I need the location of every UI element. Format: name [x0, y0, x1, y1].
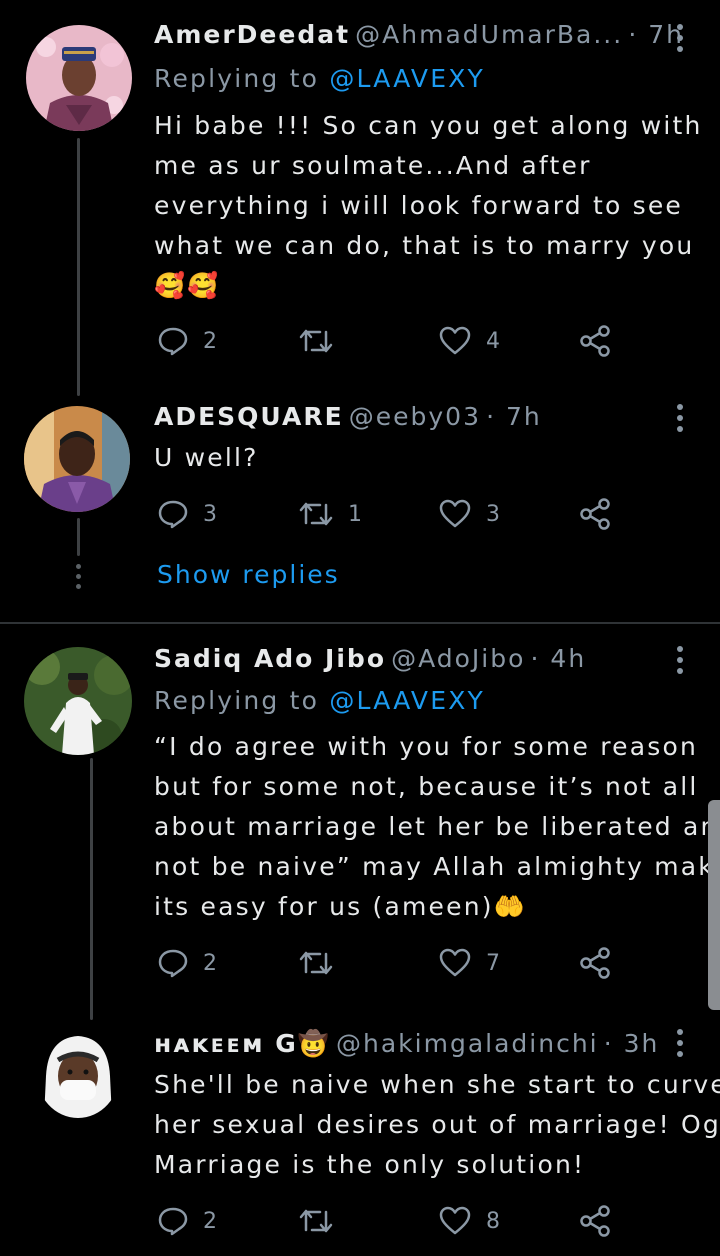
tweet-header: AmerDeedat @AhmadUmarBa... · 7h: [154, 20, 684, 49]
tweet-time: · 7h: [486, 402, 542, 431]
tweet-line: U well?: [154, 443, 259, 472]
share-button[interactable]: [578, 324, 612, 358]
reply-button[interactable]: 2: [157, 948, 217, 978]
share-icon: [580, 1205, 610, 1237]
like-button[interactable]: 8: [438, 1206, 500, 1236]
more-replies-dots: [76, 564, 82, 589]
replying-prefix: Replying to: [154, 686, 320, 715]
reply-icon: [158, 500, 188, 529]
tweet-header: ADESQUARE @eeby03 · 7h: [154, 402, 542, 431]
more-vertical-icon[interactable]: [668, 20, 692, 56]
retweet-button[interactable]: [298, 1206, 348, 1236]
tweet-line: “I do agree with you for some reason: [154, 732, 698, 761]
tweet-line: me as ur soulmate...And after: [154, 151, 592, 180]
retweet-icon: [299, 329, 333, 353]
retweet-icon: [299, 951, 333, 975]
tweet-line: not be naive” may Allah almighty make: [154, 852, 720, 881]
tweet-text: Hi babe !!! So can you get along with me…: [154, 106, 703, 306]
show-replies-link[interactable]: Show replies: [157, 560, 340, 589]
share-button[interactable]: [578, 497, 612, 531]
heart-icon: [439, 1206, 471, 1235]
author-name[interactable]: AmerDeedat: [154, 20, 350, 49]
reply-icon: [158, 1207, 188, 1236]
like-count: 8: [486, 1208, 500, 1234]
author-name[interactable]: ʜᴀᴋᴇᴇᴍ G🤠: [154, 1029, 331, 1058]
reply-count: 3: [203, 501, 217, 527]
tweet-text: U well?: [154, 438, 259, 478]
avatar[interactable]: [24, 406, 130, 512]
tweet-line: its easy for us (ameen)🤲: [154, 892, 528, 921]
like-button[interactable]: 3: [438, 499, 500, 529]
heart-icon: [439, 326, 471, 355]
tweet-line: but for some not, because it’s not all: [154, 772, 699, 801]
retweet-button[interactable]: 1: [298, 499, 362, 529]
share-icon: [580, 947, 610, 979]
reply-button[interactable]: 2: [157, 1206, 217, 1236]
reply-count: 2: [203, 1208, 217, 1234]
retweet-icon: [299, 502, 333, 526]
author-name[interactable]: ADESQUARE: [154, 402, 344, 431]
retweet-button[interactable]: [298, 326, 348, 356]
reply-icon: [158, 949, 188, 978]
avatar[interactable]: [24, 647, 132, 755]
more-vertical-icon[interactable]: [668, 1025, 692, 1061]
replying-prefix: Replying to: [154, 64, 320, 93]
replying-to: Replying to @LAAVEXY: [154, 686, 485, 715]
reply-count: 2: [203, 328, 217, 354]
like-count: 3: [486, 501, 500, 527]
reply-count: 2: [203, 950, 217, 976]
like-button[interactable]: 4: [438, 326, 500, 356]
share-icon: [580, 498, 610, 530]
tweet-text: “I do agree with you for some reason but…: [154, 727, 720, 927]
tweet-header: ʜᴀᴋᴇᴇᴍ G🤠 @hakimgaladinchi · 3h: [154, 1029, 659, 1059]
tweet-line: her sexual desires out of marriage! Oga: [154, 1110, 720, 1139]
like-button[interactable]: 7: [438, 948, 500, 978]
mention-link[interactable]: @LAAVEXY: [329, 64, 485, 93]
tweet-line: Marriage is the only solution!: [154, 1150, 586, 1179]
scrollbar[interactable]: [708, 800, 720, 1010]
tweet-line: 🥰🥰: [154, 271, 221, 300]
avatar[interactable]: [36, 1026, 120, 1118]
reply-button[interactable]: 2: [157, 326, 217, 356]
tweet-line: Hi babe !!! So can you get along with: [154, 111, 703, 140]
thread-line: [77, 518, 80, 556]
like-count: 7: [486, 950, 500, 976]
thread-line: [77, 138, 80, 396]
reply-icon: [158, 327, 188, 356]
like-count: 4: [486, 328, 500, 354]
reply-button[interactable]: 3: [157, 499, 217, 529]
share-button[interactable]: [578, 1204, 612, 1238]
tweet-text: She'll be naive when she start to curve …: [154, 1065, 720, 1185]
divider: [0, 622, 720, 624]
thread-line: [90, 758, 93, 1020]
author-handle[interactable]: @hakimgaladinchi: [336, 1029, 599, 1058]
tweet-line: everything i will look forward to see: [154, 191, 683, 220]
share-icon: [580, 325, 610, 357]
tweet-time: · 3h: [603, 1029, 660, 1058]
heart-icon: [439, 948, 471, 977]
tweet-line: about marriage let her be liberated and: [154, 812, 720, 841]
author-handle[interactable]: @AdoJibo: [391, 644, 525, 673]
replying-to: Replying to @LAAVEXY: [154, 64, 485, 93]
more-vertical-icon[interactable]: [668, 400, 692, 436]
tweet-line: what we can do, that is to marry you: [154, 231, 695, 260]
tweet-header: Sadiq Ado Jibo @AdoJibo · 4h: [154, 644, 586, 673]
author-handle[interactable]: @eeby03: [349, 402, 481, 431]
author-handle[interactable]: @AhmadUmarBa...: [355, 20, 623, 49]
tweet-time: · 4h: [530, 644, 587, 673]
retweet-count: 1: [348, 501, 362, 527]
avatar[interactable]: [26, 25, 132, 131]
tweet-line: She'll be naive when she start to curve: [154, 1070, 720, 1099]
retweet-icon: [299, 1209, 333, 1233]
more-vertical-icon[interactable]: [668, 642, 692, 678]
share-button[interactable]: [578, 946, 612, 980]
mention-link[interactable]: @LAAVEXY: [329, 686, 485, 715]
heart-icon: [439, 499, 471, 528]
retweet-button[interactable]: [298, 948, 348, 978]
author-name[interactable]: Sadiq Ado Jibo: [154, 644, 386, 673]
